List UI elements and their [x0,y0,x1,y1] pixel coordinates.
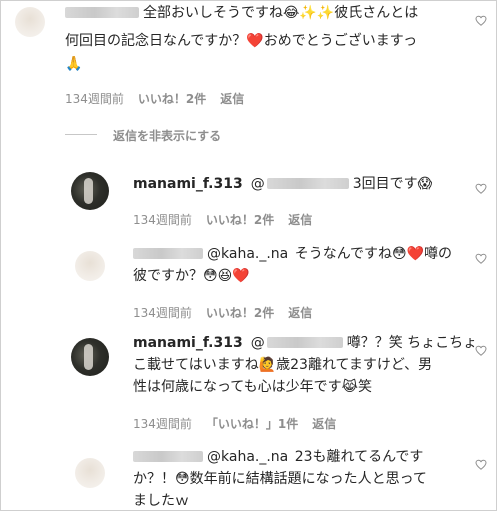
comment-thread: 全部おいしそうですね😂✨✨彼氏さんとは 何回目の記念日なんですか？❤️おめでとう… [0,0,497,511]
manami-avatar[interactable] [71,172,109,210]
reply3-line3: 性は何歳になっても心は少年です😹笑 [133,379,372,395]
reply3-line2: こ載せてはいますね🙋歳23離れてますけど、男 [133,357,433,373]
reply3-time: 134週間前 [133,417,192,431]
reply4-mention[interactable]: @kaha._.na [207,449,288,465]
reply2-meta: 134週間前 いいね！2件 返信 [133,304,326,321]
heart-icon[interactable] [475,459,487,470]
reply1-reply-button[interactable]: 返信 [288,213,312,227]
reply3-reply-button[interactable]: 返信 [312,417,336,431]
heart-icon[interactable] [475,253,487,264]
redacted-username[interactable] [65,7,139,18]
reply1-time: 134週間前 [133,213,192,227]
reply4-line1: @kaha._.na 23も離れてるんです [133,447,423,468]
commenter-avatar[interactable] [75,458,105,488]
reply1-text: 3回目です😱 [352,176,433,192]
heart-icon[interactable] [475,345,487,356]
reply3-mention[interactable]: @ [251,335,265,351]
comment-main-line2: 何回目の記念日なんですか？❤️おめでとうございますっ [65,33,418,49]
redacted-username[interactable] [133,451,203,462]
reply2-line1: @kaha._.na そうなんですね😳❤️噂の [133,244,452,265]
reply3-username[interactable]: manami_f.313 [133,335,243,351]
reply2-time: 134週間前 [133,306,192,320]
reply2-reply-button[interactable]: 返信 [288,306,312,320]
redacted-mention[interactable] [266,337,343,348]
heart-icon[interactable] [475,15,487,26]
redacted-username[interactable] [133,248,203,259]
commenter-avatar[interactable] [75,251,105,281]
comment-main-text1: 全部おいしそうですね😂✨✨彼氏さんとは [143,5,419,21]
heart-icon[interactable] [475,183,487,194]
reply1-meta: 134週間前 いいね！2件 返信 [133,211,326,228]
reply1-username[interactable]: manami_f.313 [133,176,243,192]
reply-button[interactable]: 返信 [220,92,244,106]
likes-count[interactable]: いいね！2件 [138,92,206,106]
reply2-mention[interactable]: @kaha._.na [207,246,288,262]
reply2-text1: そうなんですね😳❤️噂の [294,246,453,262]
reply1-line1: manami_f.313 @3回目です😱 [133,174,432,195]
reply3-meta: 134週間前 「いいね！」1件 返信 [133,415,350,432]
reply2-line2: 彼ですか？😳😆❤️ [133,268,250,284]
reply2-likes[interactable]: いいね！2件 [206,306,274,320]
reply1-mention[interactable]: @ [251,176,265,192]
reply3-text1: 噂？？笑 ちょこちょ [346,335,478,351]
reply4-line3: ましたｗ [133,493,189,509]
redacted-mention[interactable] [266,178,349,189]
hide-replies-divider [65,134,97,135]
reply3-line1: manami_f.313 @ 噂？？笑 ちょこちょ [133,333,477,354]
manami-avatar[interactable] [71,338,109,376]
commenter-avatar[interactable] [15,7,45,37]
reply4-text1: 23も離れてるんです [294,449,424,465]
reply4-line2: か？！😳数年前に結構話題になった人と思って [133,471,427,487]
comment-main-meta: 134週間前 いいね！2件 返信 [65,90,258,107]
hide-replies-button[interactable]: 返信を非表示にする [113,127,221,144]
comment-main-line1: 全部おいしそうですね😂✨✨彼氏さんとは [65,3,418,24]
comment-time: 134週間前 [65,92,124,106]
comment-main-line3: 🙏 [65,56,83,72]
reply3-likes[interactable]: 「いいね！」1件 [206,417,298,431]
reply1-likes[interactable]: いいね！2件 [206,213,274,227]
